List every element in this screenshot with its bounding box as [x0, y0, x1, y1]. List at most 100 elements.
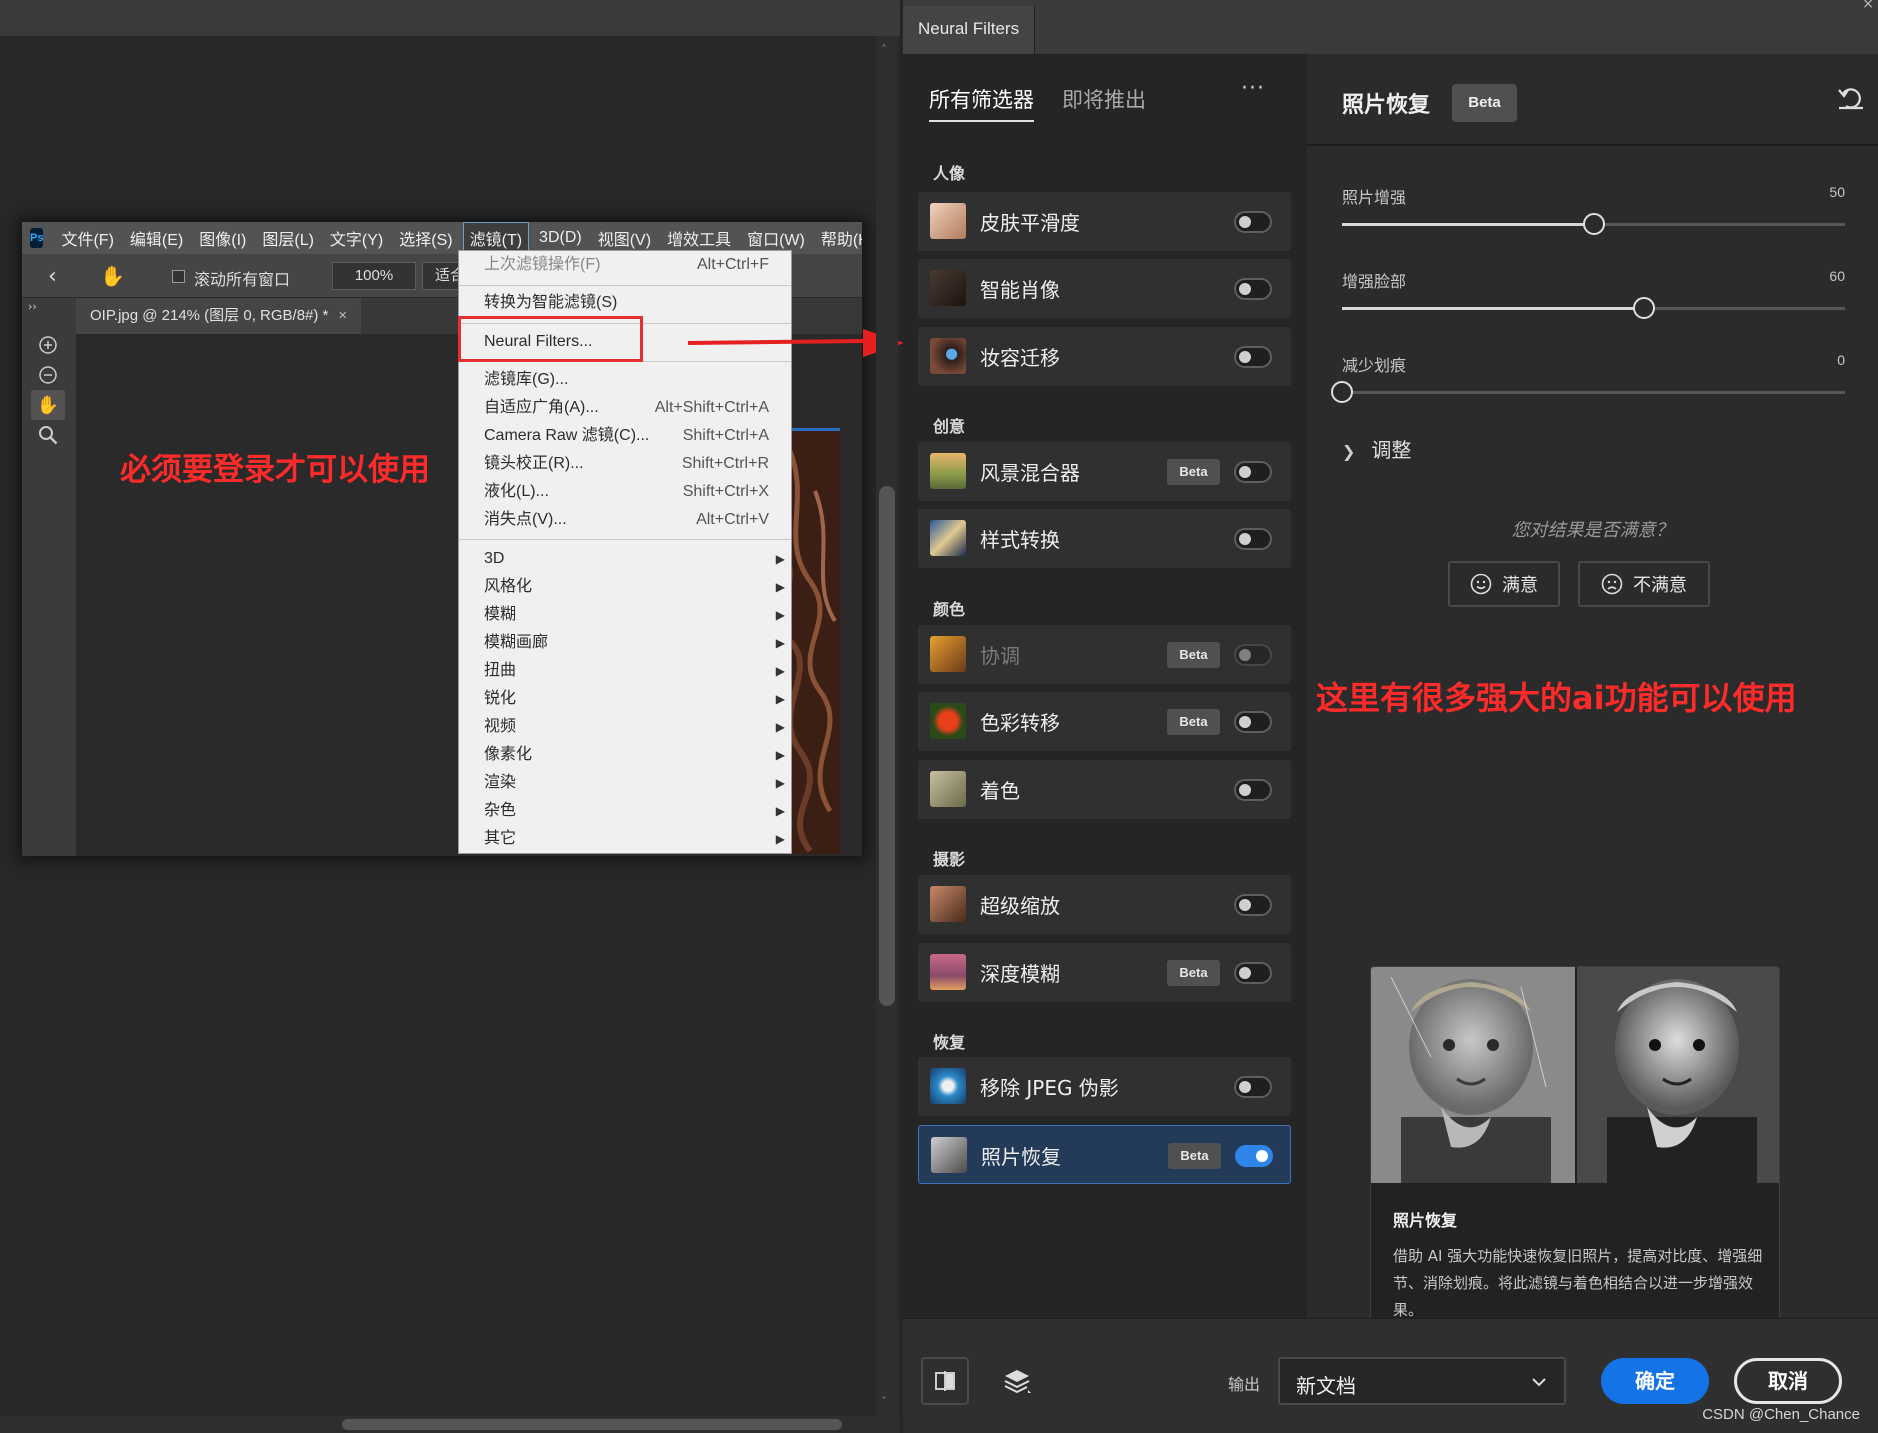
slider-handle[interactable] — [1632, 297, 1655, 319]
slider-track[interactable] — [1342, 213, 1845, 235]
close-icon[interactable]: × — [338, 307, 347, 324]
submenu-3d[interactable]: 3D ▶ — [459, 547, 793, 571]
compare-view-icon[interactable] — [921, 1357, 969, 1405]
filter-photo-restoration[interactable]: 照片恢复 Beta — [918, 1125, 1291, 1184]
filter-toggle[interactable] — [1234, 962, 1272, 984]
close-icon[interactable]: × — [1862, 0, 1874, 12]
menu-item-lens-correction[interactable]: 镜头校正(R)... Shift+Ctrl+R — [459, 452, 793, 476]
filter-toggle[interactable] — [1234, 461, 1272, 483]
filter-toggle[interactable] — [1235, 1145, 1273, 1167]
more-icon[interactable]: ··· — [1241, 76, 1265, 101]
tab-coming-soon[interactable]: 即将推出 — [1062, 84, 1146, 114]
satisfied-button[interactable]: 满意 — [1448, 561, 1560, 607]
toolbar-collapse-icon[interactable]: ›› — [28, 300, 37, 313]
menu-item-label: 3D — [484, 550, 505, 567]
output-select[interactable]: 新文档 — [1278, 1357, 1566, 1405]
menu-item-adaptive-wide[interactable]: 自适应广角(A)... Alt+Shift+Ctrl+A — [459, 396, 793, 420]
filter-jpeg-artifacts[interactable]: 移除 JPEG 伪影 — [918, 1057, 1291, 1116]
menu-item-gallery[interactable]: 滤镜库(G)... — [459, 368, 793, 392]
slider-track[interactable] — [1331, 381, 1845, 403]
tab-all-filters[interactable]: 所有筛选器 — [929, 84, 1034, 122]
zoom-field[interactable]: 100% — [332, 262, 416, 290]
filter-style-transfer[interactable]: 样式转换 — [918, 509, 1291, 568]
menu-file[interactable]: 文件(F) — [55, 223, 119, 253]
adjust-label: 调整 — [1371, 438, 1412, 462]
menu-image[interactable]: 图像(I) — [193, 223, 252, 253]
submenu-blur-gallery[interactable]: 模糊画廊 ▶ — [459, 631, 793, 655]
slider-photo-enhance[interactable]: 照片增强 50 — [1342, 184, 1845, 244]
hand-icon[interactable]: ✋ — [31, 390, 65, 420]
scroll-all-checkbox[interactable] — [172, 270, 185, 283]
menu-item-vanishing-point[interactable]: 消失点(V)... Alt+Ctrl+V — [459, 508, 793, 532]
scroll-down-icon[interactable]: ˅ — [881, 1396, 893, 1408]
menu-item-camera-raw[interactable]: Camera Raw 滤镜(C)... Shift+Ctrl+A — [459, 424, 793, 448]
filter-toggle[interactable] — [1234, 711, 1272, 733]
submenu-render[interactable]: 渲染 ▶ — [459, 771, 793, 795]
submenu-blur[interactable]: 模糊 ▶ — [459, 603, 793, 627]
menu-item-last-filter[interactable]: 上次滤镜操作(F) Alt+Ctrl+F — [459, 253, 793, 277]
filter-toggle[interactable] — [1234, 278, 1272, 300]
preview-description: 借助 AI 强大功能快速恢复旧照片，提高对比度、增强细节、消除划痕。将此滤镜与着… — [1393, 1247, 1763, 1319]
cancel-button[interactable]: 取消 — [1734, 1358, 1842, 1404]
zoom-out-icon[interactable] — [31, 360, 65, 390]
menu-type[interactable]: 文字(Y) — [324, 223, 389, 253]
unsatisfied-button[interactable]: 不满意 — [1578, 561, 1710, 607]
filter-toggle[interactable] — [1234, 1076, 1272, 1098]
photoshop-workspace: Ps 文件(F) 编辑(E) 图像(I) 图层(L) 文字(Y) 选择(S) 滤… — [0, 0, 904, 1433]
workspace-horizontal-scrollbar[interactable] — [0, 1416, 900, 1433]
filter-toggle[interactable] — [1234, 894, 1272, 916]
adjust-expander[interactable]: ❯ 调整 — [1342, 434, 1411, 463]
back-icon[interactable]: ‹ — [48, 264, 57, 289]
zoom-in-icon[interactable] — [31, 330, 65, 360]
menu-plugins[interactable]: 增效工具 — [661, 223, 737, 253]
slider-enhance-face[interactable]: 增强脸部 60 — [1342, 268, 1845, 328]
filter-super-zoom[interactable]: 超级缩放 — [918, 875, 1291, 934]
slider-label: 增强脸部 — [1342, 272, 1407, 291]
scroll-thumb[interactable] — [879, 486, 895, 1006]
menu-3d[interactable]: 3D(D) — [533, 226, 588, 250]
filter-smart-portrait[interactable]: 智能肖像 — [918, 259, 1291, 318]
filter-toggle[interactable] — [1234, 528, 1272, 550]
menu-window[interactable]: 窗口(W) — [741, 223, 811, 253]
layers-icon[interactable] — [993, 1357, 1041, 1405]
filter-harmonization[interactable]: 协调 Beta — [918, 625, 1291, 684]
submenu-pixelate[interactable]: 像素化 ▶ — [459, 743, 793, 767]
slider-handle[interactable] — [1331, 381, 1353, 403]
harmonize-thumb-icon — [930, 636, 966, 672]
magnifier-icon[interactable] — [31, 420, 65, 450]
submenu-stylize[interactable]: 风格化 ▶ — [459, 575, 793, 599]
submenu-noise[interactable]: 杂色 ▶ — [459, 799, 793, 823]
submenu-distort[interactable]: 扭曲 ▶ — [459, 659, 793, 683]
slider-track[interactable] — [1342, 297, 1845, 319]
ok-button[interactable]: 确定 — [1601, 1358, 1709, 1404]
workspace-vertical-scrollbar[interactable]: ˄ ˅ — [876, 36, 898, 1416]
filter-skin-smoothing[interactable]: 皮肤平滑度 — [918, 192, 1291, 251]
slider-reduce-scratches[interactable]: 减少划痕 0 — [1331, 352, 1845, 412]
menu-layer[interactable]: 图层(L) — [256, 223, 320, 253]
menu-help[interactable]: 帮助(H — [815, 223, 862, 253]
filter-toggle[interactable] — [1234, 644, 1272, 666]
filter-toggle[interactable] — [1234, 346, 1272, 368]
menu-select[interactable]: 选择(S) — [393, 223, 458, 253]
menu-item-label: 模糊画廊 — [484, 634, 549, 651]
scroll-thumb[interactable] — [342, 1419, 842, 1430]
before-after-preview-image — [1371, 967, 1779, 1183]
submenu-other[interactable]: 其它 ▶ — [459, 827, 793, 851]
submenu-video[interactable]: 视频 ▶ — [459, 715, 793, 739]
menu-view[interactable]: 视图(V) — [592, 223, 657, 253]
filter-depth-blur[interactable]: 深度模糊 Beta — [918, 943, 1291, 1002]
menu-edit[interactable]: 编辑(E) — [124, 223, 189, 253]
filter-makeup-transfer[interactable]: 妆容迁移 — [918, 327, 1291, 386]
menu-item-smart-filter[interactable]: 转换为智能滤镜(S) — [459, 291, 793, 315]
document-tab[interactable]: OIP.jpg @ 214% (图层 0, RGB/8#) * × — [76, 298, 362, 334]
submenu-sharpen[interactable]: 锐化 ▶ — [459, 687, 793, 711]
filter-landscape-mixer[interactable]: 风景混合器 Beta — [918, 442, 1291, 501]
slider-handle[interactable] — [1582, 213, 1605, 235]
scroll-up-icon[interactable]: ˄ — [881, 44, 893, 56]
reset-icon[interactable] — [1836, 84, 1866, 114]
menu-item-liquify[interactable]: 液化(L)... Shift+Ctrl+X — [459, 480, 793, 504]
filter-toggle[interactable] — [1234, 211, 1272, 233]
filter-color-transfer[interactable]: 色彩转移 Beta — [918, 692, 1291, 751]
filter-colorize[interactable]: 着色 — [918, 760, 1291, 819]
filter-toggle[interactable] — [1234, 779, 1272, 801]
